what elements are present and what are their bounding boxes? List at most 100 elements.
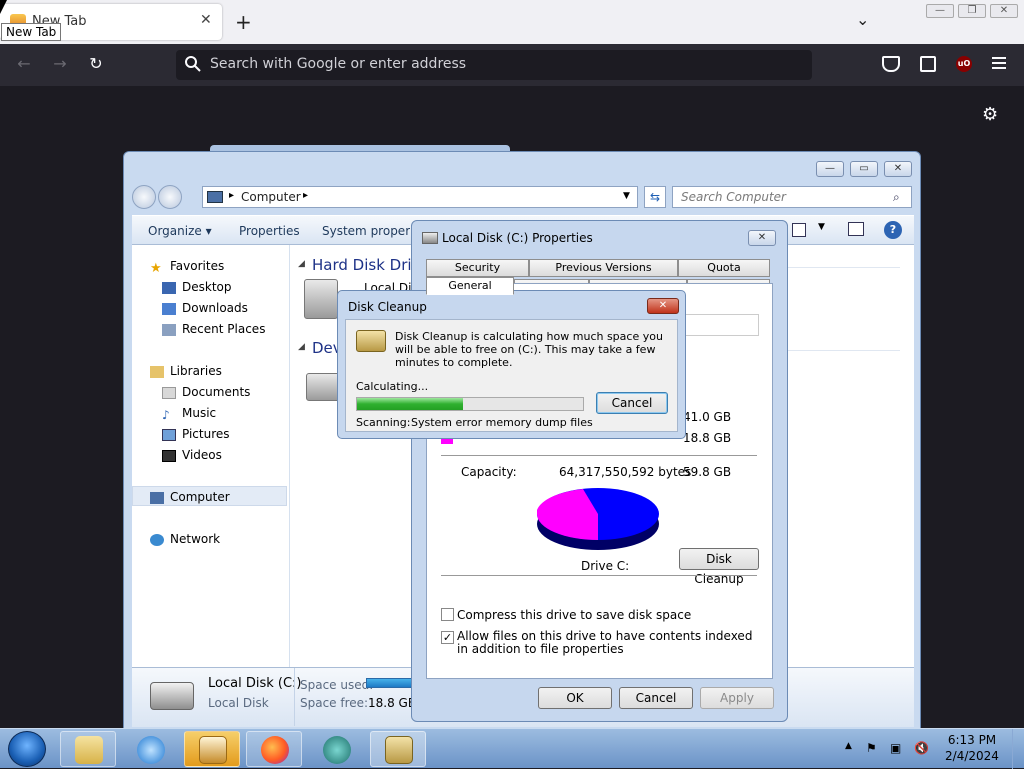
breadcrumb-computer[interactable]: Computer [241,190,301,204]
network-icon [150,533,164,546]
index-checkbox[interactable]: ✓ [441,631,454,644]
system-properties-button[interactable]: System properties [322,224,410,238]
show-desktop-button[interactable] [1012,729,1024,769]
explorer-minimize-button[interactable]: — [816,161,844,177]
internet-explorer-icon [137,736,165,764]
menu-icon[interactable] [992,57,1006,69]
star-icon: ★ [150,260,162,276]
volume-muted-icon[interactable]: 🔇 [914,741,929,755]
clock-time: 6:13 PM [947,733,997,747]
collapse-arrow-icon[interactable]: ◢ [298,259,305,269]
forward-icon[interactable]: → [48,52,72,76]
ublock-icon[interactable]: uO [956,56,972,72]
nav-network[interactable]: Network [150,532,220,546]
tab-list-icon[interactable]: ⌄ [856,10,869,29]
nav-music[interactable]: ♪ Music [162,406,216,422]
tab-previous-versions[interactable]: Previous Versions [529,259,678,277]
disk-cleanup-cancel-button[interactable]: Cancel [596,392,668,414]
network-tray-icon[interactable]: ▣ [890,741,901,755]
nav-computer[interactable]: Computer [150,490,230,504]
search-icon[interactable]: ⌕ [893,190,900,205]
computer-icon [150,491,164,504]
nav-downloads[interactable]: Downloads [162,301,248,315]
breadcrumb-arrow-icon[interactable]: ▸ [303,190,308,201]
capacity-label: Capacity: [461,465,517,479]
nav-libraries[interactable]: Libraries [150,364,222,378]
ok-button[interactable]: OK [538,687,612,709]
restore-button[interactable]: ❐ [958,4,986,18]
explorer-maximize-button[interactable]: ▭ [850,161,878,177]
scanning-item: System error memory dump files [411,416,593,429]
nav-documents[interactable]: Documents [162,385,250,399]
collapse-arrow-icon[interactable]: ◢ [298,342,305,352]
tab-quota[interactable]: Quota [678,259,770,277]
nav-desktop[interactable]: Desktop [162,280,232,294]
desktop-icon [162,281,176,294]
taskbar-explorer[interactable] [60,731,116,767]
explorer-search-input[interactable]: Search Computer [681,190,786,204]
capacity-bytes: 64,317,550,592 bytes [559,465,692,479]
breadcrumb-arrow-icon[interactable]: ▸ [229,190,234,201]
device-drive-icon[interactable] [306,373,340,401]
url-bar[interactable]: Search with Google or enter address [176,50,812,80]
view-dropdown-icon[interactable]: ▼ [818,222,825,232]
nav-videos[interactable]: Videos [162,448,222,462]
help-icon[interactable]: ? [884,221,902,239]
disk-icon [422,232,438,244]
preview-pane-icon[interactable] [848,222,864,236]
new-tab-button[interactable]: + [235,10,252,34]
settings-gear-icon[interactable]: ⚙ [982,104,998,125]
explorer-back-button[interactable] [132,185,156,209]
start-button[interactable] [8,731,46,767]
tab-tooltip: New Tab [1,23,62,41]
drive-c-label: Drive C: [581,559,630,573]
scanning-label: Scanning: [356,416,411,429]
disk-cleanup-message: Disk Cleanup is calculating how much spa… [395,330,663,369]
address-dropdown-icon[interactable]: ▼ [623,191,630,201]
taskbar-app[interactable] [308,731,364,767]
action-center-icon[interactable]: ⚑ [866,741,877,755]
explorer-address-bar[interactable]: ▸ Computer ▸ ▼ [202,186,638,208]
close-window-button[interactable]: ✕ [990,4,1018,18]
apply-button[interactable]: Apply [700,687,774,709]
details-drive-name: Local Disk (C:) [208,676,302,691]
organize-button[interactable]: Organize ▾ [148,224,212,238]
nav-recent-places[interactable]: Recent Places [162,322,265,336]
properties-close-button[interactable]: ✕ [748,230,776,246]
tab-security[interactable]: Security [426,259,529,277]
explorer-close-button[interactable]: ✕ [884,161,912,177]
disk-cleanup-button[interactable]: Disk Cleanup [679,548,759,586]
back-icon[interactable]: ← [12,52,36,76]
explorer-forward-button[interactable] [158,185,182,209]
refresh-icon[interactable]: ⇆ [644,186,666,208]
local-disk-drive-icon[interactable] [304,279,338,319]
taskbar-disk-cleanup[interactable] [370,731,426,767]
compress-checkbox[interactable] [441,608,454,621]
extensions-icon[interactable] [920,56,936,72]
taskbar-internet-explorer[interactable] [122,731,178,767]
pocket-icon[interactable] [882,56,900,72]
url-input[interactable]: Search with Google or enter address [210,56,466,72]
taskbar-media-player[interactable] [184,731,240,767]
minimize-button[interactable]: — [926,4,954,18]
compress-label: Compress this drive to save disk space [457,608,692,622]
cancel-button[interactable]: Cancel [619,687,693,709]
view-options-icon[interactable] [792,223,806,237]
explorer-icon [75,736,103,764]
clock-date: 2/4/2024 [945,749,999,763]
properties-button[interactable]: Properties [239,224,300,238]
taskbar-clock[interactable]: 6:13 PM 2/4/2024 [940,733,1004,763]
disk-cleanup-close-button[interactable]: ✕ [647,298,679,314]
explorer-search-box[interactable]: Search Computer ⌕ [672,186,912,208]
show-hidden-icons[interactable]: ▲ [845,741,852,751]
nav-favorites[interactable]: ★ Favorites [150,259,224,276]
taskbar-firefox[interactable] [246,731,302,767]
local-disk-large-icon [150,682,194,710]
reload-icon[interactable]: ↻ [84,52,108,76]
tab-close-icon[interactable]: ✕ [200,12,212,28]
nav-pictures[interactable]: Pictures [162,427,230,441]
tab-general[interactable]: General [426,277,514,295]
recent-places-icon [162,323,176,336]
free-space-gb: 18.8 GB [683,431,732,445]
browser-tab-bar: New Tab ✕ + ⌄ — ❐ ✕ New Tab [0,0,1024,44]
